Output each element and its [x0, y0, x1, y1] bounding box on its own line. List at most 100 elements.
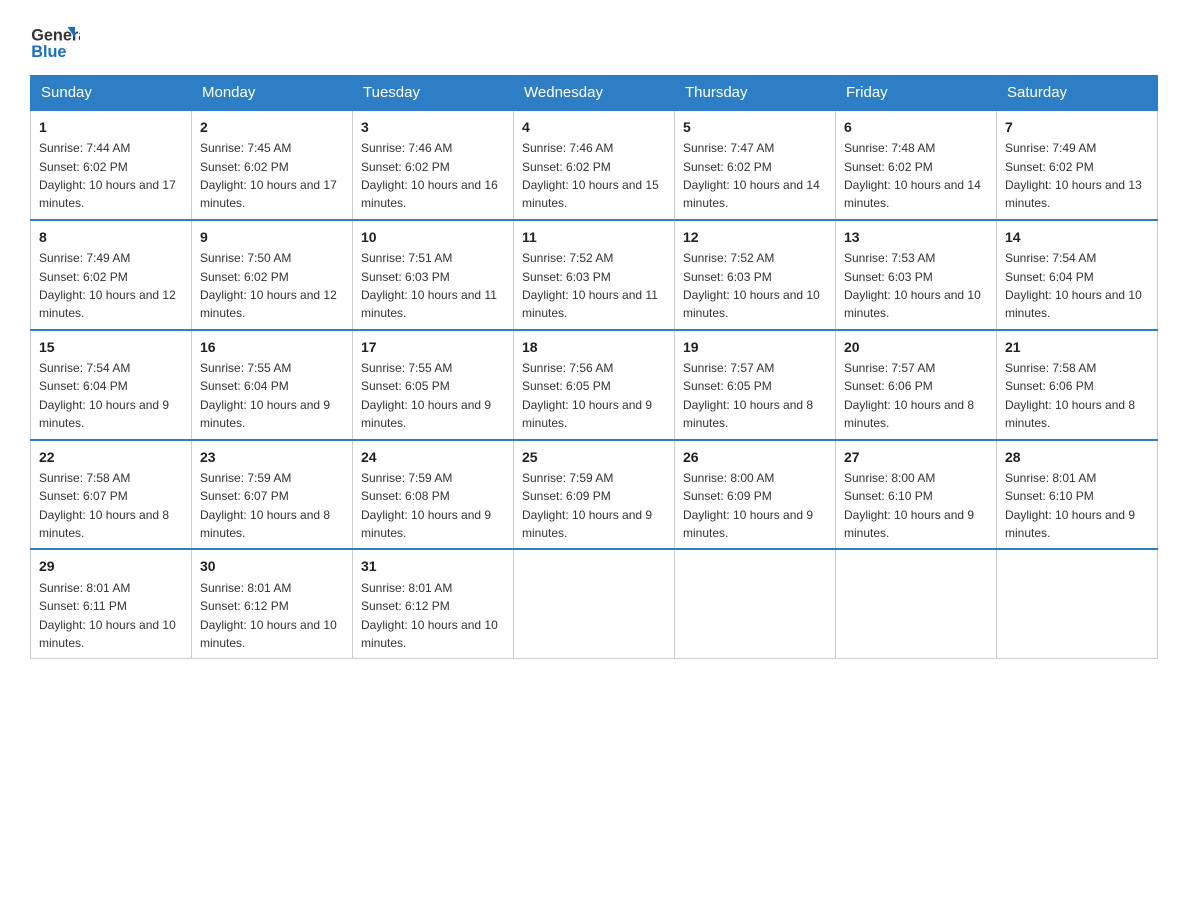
cell-info: Sunrise: 7:55 AMSunset: 6:04 PMDaylight:… — [200, 361, 330, 430]
calendar-cell: 24 Sunrise: 7:59 AMSunset: 6:08 PMDayligh… — [353, 440, 514, 550]
day-number: 2 — [200, 117, 344, 137]
cell-info: Sunrise: 7:59 AMSunset: 6:07 PMDaylight:… — [200, 471, 330, 540]
cell-info: Sunrise: 8:01 AMSunset: 6:11 PMDaylight:… — [39, 581, 176, 650]
day-number: 10 — [361, 227, 505, 247]
calendar-cell: 26 Sunrise: 8:00 AMSunset: 6:09 PMDayligh… — [675, 440, 836, 550]
calendar-cell: 14 Sunrise: 7:54 AMSunset: 6:04 PMDayligh… — [997, 220, 1158, 330]
day-number: 6 — [844, 117, 988, 137]
col-header-friday: Friday — [836, 76, 997, 111]
col-header-tuesday: Tuesday — [353, 76, 514, 111]
day-number: 1 — [39, 117, 183, 137]
cell-info: Sunrise: 7:55 AMSunset: 6:05 PMDaylight:… — [361, 361, 491, 430]
cell-info: Sunrise: 7:54 AMSunset: 6:04 PMDaylight:… — [1005, 251, 1142, 320]
calendar-cell: 12 Sunrise: 7:52 AMSunset: 6:03 PMDayligh… — [675, 220, 836, 330]
day-number: 7 — [1005, 117, 1149, 137]
day-number: 3 — [361, 117, 505, 137]
day-number: 15 — [39, 337, 183, 357]
day-number: 9 — [200, 227, 344, 247]
cell-info: Sunrise: 8:01 AMSunset: 6:12 PMDaylight:… — [361, 581, 498, 650]
calendar-cell: 29 Sunrise: 8:01 AMSunset: 6:11 PMDayligh… — [31, 549, 192, 658]
cell-info: Sunrise: 7:53 AMSunset: 6:03 PMDaylight:… — [844, 251, 981, 320]
cell-info: Sunrise: 8:01 AMSunset: 6:10 PMDaylight:… — [1005, 471, 1135, 540]
cell-info: Sunrise: 7:57 AMSunset: 6:05 PMDaylight:… — [683, 361, 813, 430]
cell-info: Sunrise: 8:00 AMSunset: 6:09 PMDaylight:… — [683, 471, 813, 540]
day-number: 12 — [683, 227, 827, 247]
day-number: 27 — [844, 447, 988, 467]
calendar-cell: 8 Sunrise: 7:49 AMSunset: 6:02 PMDaylight… — [31, 220, 192, 330]
calendar-cell: 20 Sunrise: 7:57 AMSunset: 6:06 PMDayligh… — [836, 330, 997, 440]
cell-info: Sunrise: 7:56 AMSunset: 6:05 PMDaylight:… — [522, 361, 652, 430]
day-number: 17 — [361, 337, 505, 357]
cell-info: Sunrise: 7:46 AMSunset: 6:02 PMDaylight:… — [522, 141, 659, 210]
cell-info: Sunrise: 7:51 AMSunset: 6:03 PMDaylight:… — [361, 251, 497, 320]
col-header-sunday: Sunday — [31, 76, 192, 111]
calendar-table: SundayMondayTuesdayWednesdayThursdayFrid… — [30, 75, 1158, 659]
calendar-week-row: 15Sunrise: 7:54 AMSunset: 6:04 PMDayligh… — [31, 330, 1158, 440]
day-number: 5 — [683, 117, 827, 137]
calendar-cell: 23 Sunrise: 7:59 AMSunset: 6:07 PMDayligh… — [192, 440, 353, 550]
calendar-cell — [675, 549, 836, 658]
cell-info: Sunrise: 7:48 AMSunset: 6:02 PMDaylight:… — [844, 141, 981, 210]
calendar-cell: 19 Sunrise: 7:57 AMSunset: 6:05 PMDayligh… — [675, 330, 836, 440]
cell-info: Sunrise: 7:52 AMSunset: 6:03 PMDaylight:… — [683, 251, 820, 320]
day-number: 11 — [522, 227, 666, 247]
svg-text:Blue: Blue — [31, 43, 66, 61]
cell-info: Sunrise: 7:58 AMSunset: 6:07 PMDaylight:… — [39, 471, 169, 540]
day-number: 29 — [39, 556, 183, 576]
calendar-cell: 30 Sunrise: 8:01 AMSunset: 6:12 PMDayligh… — [192, 549, 353, 658]
calendar-cell: 17 Sunrise: 7:55 AMSunset: 6:05 PMDayligh… — [353, 330, 514, 440]
day-number: 28 — [1005, 447, 1149, 467]
cell-info: Sunrise: 7:52 AMSunset: 6:03 PMDaylight:… — [522, 251, 658, 320]
calendar-week-row: 22Sunrise: 7:58 AMSunset: 6:07 PMDayligh… — [31, 440, 1158, 550]
day-number: 16 — [200, 337, 344, 357]
calendar-cell: 5 Sunrise: 7:47 AMSunset: 6:02 PMDaylight… — [675, 110, 836, 220]
col-header-saturday: Saturday — [997, 76, 1158, 111]
calendar-cell: 31 Sunrise: 8:01 AMSunset: 6:12 PMDayligh… — [353, 549, 514, 658]
calendar-week-row: 8 Sunrise: 7:49 AMSunset: 6:02 PMDaylight… — [31, 220, 1158, 330]
day-number: 13 — [844, 227, 988, 247]
calendar-cell: 2Sunrise: 7:45 AMSunset: 6:02 PMDaylight… — [192, 110, 353, 220]
calendar-cell: 3 Sunrise: 7:46 AMSunset: 6:02 PMDaylight… — [353, 110, 514, 220]
day-number: 14 — [1005, 227, 1149, 247]
cell-info: Sunrise: 7:49 AMSunset: 6:02 PMDaylight:… — [1005, 141, 1142, 210]
cell-info: Sunrise: 7:50 AMSunset: 6:02 PMDaylight:… — [200, 251, 337, 320]
day-number: 31 — [361, 556, 505, 576]
day-number: 23 — [200, 447, 344, 467]
calendar-cell: 9 Sunrise: 7:50 AMSunset: 6:02 PMDaylight… — [192, 220, 353, 330]
day-number: 30 — [200, 556, 344, 576]
calendar-week-row: 1Sunrise: 7:44 AMSunset: 6:02 PMDaylight… — [31, 110, 1158, 220]
cell-info: Sunrise: 7:49 AMSunset: 6:02 PMDaylight:… — [39, 251, 176, 320]
calendar-cell: 10 Sunrise: 7:51 AMSunset: 6:03 PMDayligh… — [353, 220, 514, 330]
cell-info: Sunrise: 7:59 AMSunset: 6:09 PMDaylight:… — [522, 471, 652, 540]
day-number: 24 — [361, 447, 505, 467]
calendar-header-row: SundayMondayTuesdayWednesdayThursdayFrid… — [31, 76, 1158, 111]
calendar-cell: 22Sunrise: 7:58 AMSunset: 6:07 PMDayligh… — [31, 440, 192, 550]
calendar-cell — [514, 549, 675, 658]
cell-info: Sunrise: 8:00 AMSunset: 6:10 PMDaylight:… — [844, 471, 974, 540]
day-number: 21 — [1005, 337, 1149, 357]
day-number: 4 — [522, 117, 666, 137]
calendar-cell: 18 Sunrise: 7:56 AMSunset: 6:05 PMDayligh… — [514, 330, 675, 440]
calendar-cell: 16 Sunrise: 7:55 AMSunset: 6:04 PMDayligh… — [192, 330, 353, 440]
logo: General Blue — [30, 20, 80, 65]
logo-icon: General Blue — [30, 20, 80, 65]
cell-info: Sunrise: 7:46 AMSunset: 6:02 PMDaylight:… — [361, 141, 498, 210]
day-number: 18 — [522, 337, 666, 357]
cell-info: Sunrise: 7:47 AMSunset: 6:02 PMDaylight:… — [683, 141, 820, 210]
day-number: 19 — [683, 337, 827, 357]
col-header-monday: Monday — [192, 76, 353, 111]
col-header-wednesday: Wednesday — [514, 76, 675, 111]
cell-info: Sunrise: 8:01 AMSunset: 6:12 PMDaylight:… — [200, 581, 337, 650]
calendar-cell: 1Sunrise: 7:44 AMSunset: 6:02 PMDaylight… — [31, 110, 192, 220]
cell-info: Sunrise: 7:59 AMSunset: 6:08 PMDaylight:… — [361, 471, 491, 540]
day-number: 8 — [39, 227, 183, 247]
cell-info: Sunrise: 7:58 AMSunset: 6:06 PMDaylight:… — [1005, 361, 1135, 430]
day-number: 20 — [844, 337, 988, 357]
calendar-cell: 28 Sunrise: 8:01 AMSunset: 6:10 PMDayligh… — [997, 440, 1158, 550]
day-number: 25 — [522, 447, 666, 467]
day-number: 26 — [683, 447, 827, 467]
calendar-week-row: 29 Sunrise: 8:01 AMSunset: 6:11 PMDayligh… — [31, 549, 1158, 658]
cell-info: Sunrise: 7:57 AMSunset: 6:06 PMDaylight:… — [844, 361, 974, 430]
calendar-cell: 21 Sunrise: 7:58 AMSunset: 6:06 PMDayligh… — [997, 330, 1158, 440]
calendar-cell — [836, 549, 997, 658]
